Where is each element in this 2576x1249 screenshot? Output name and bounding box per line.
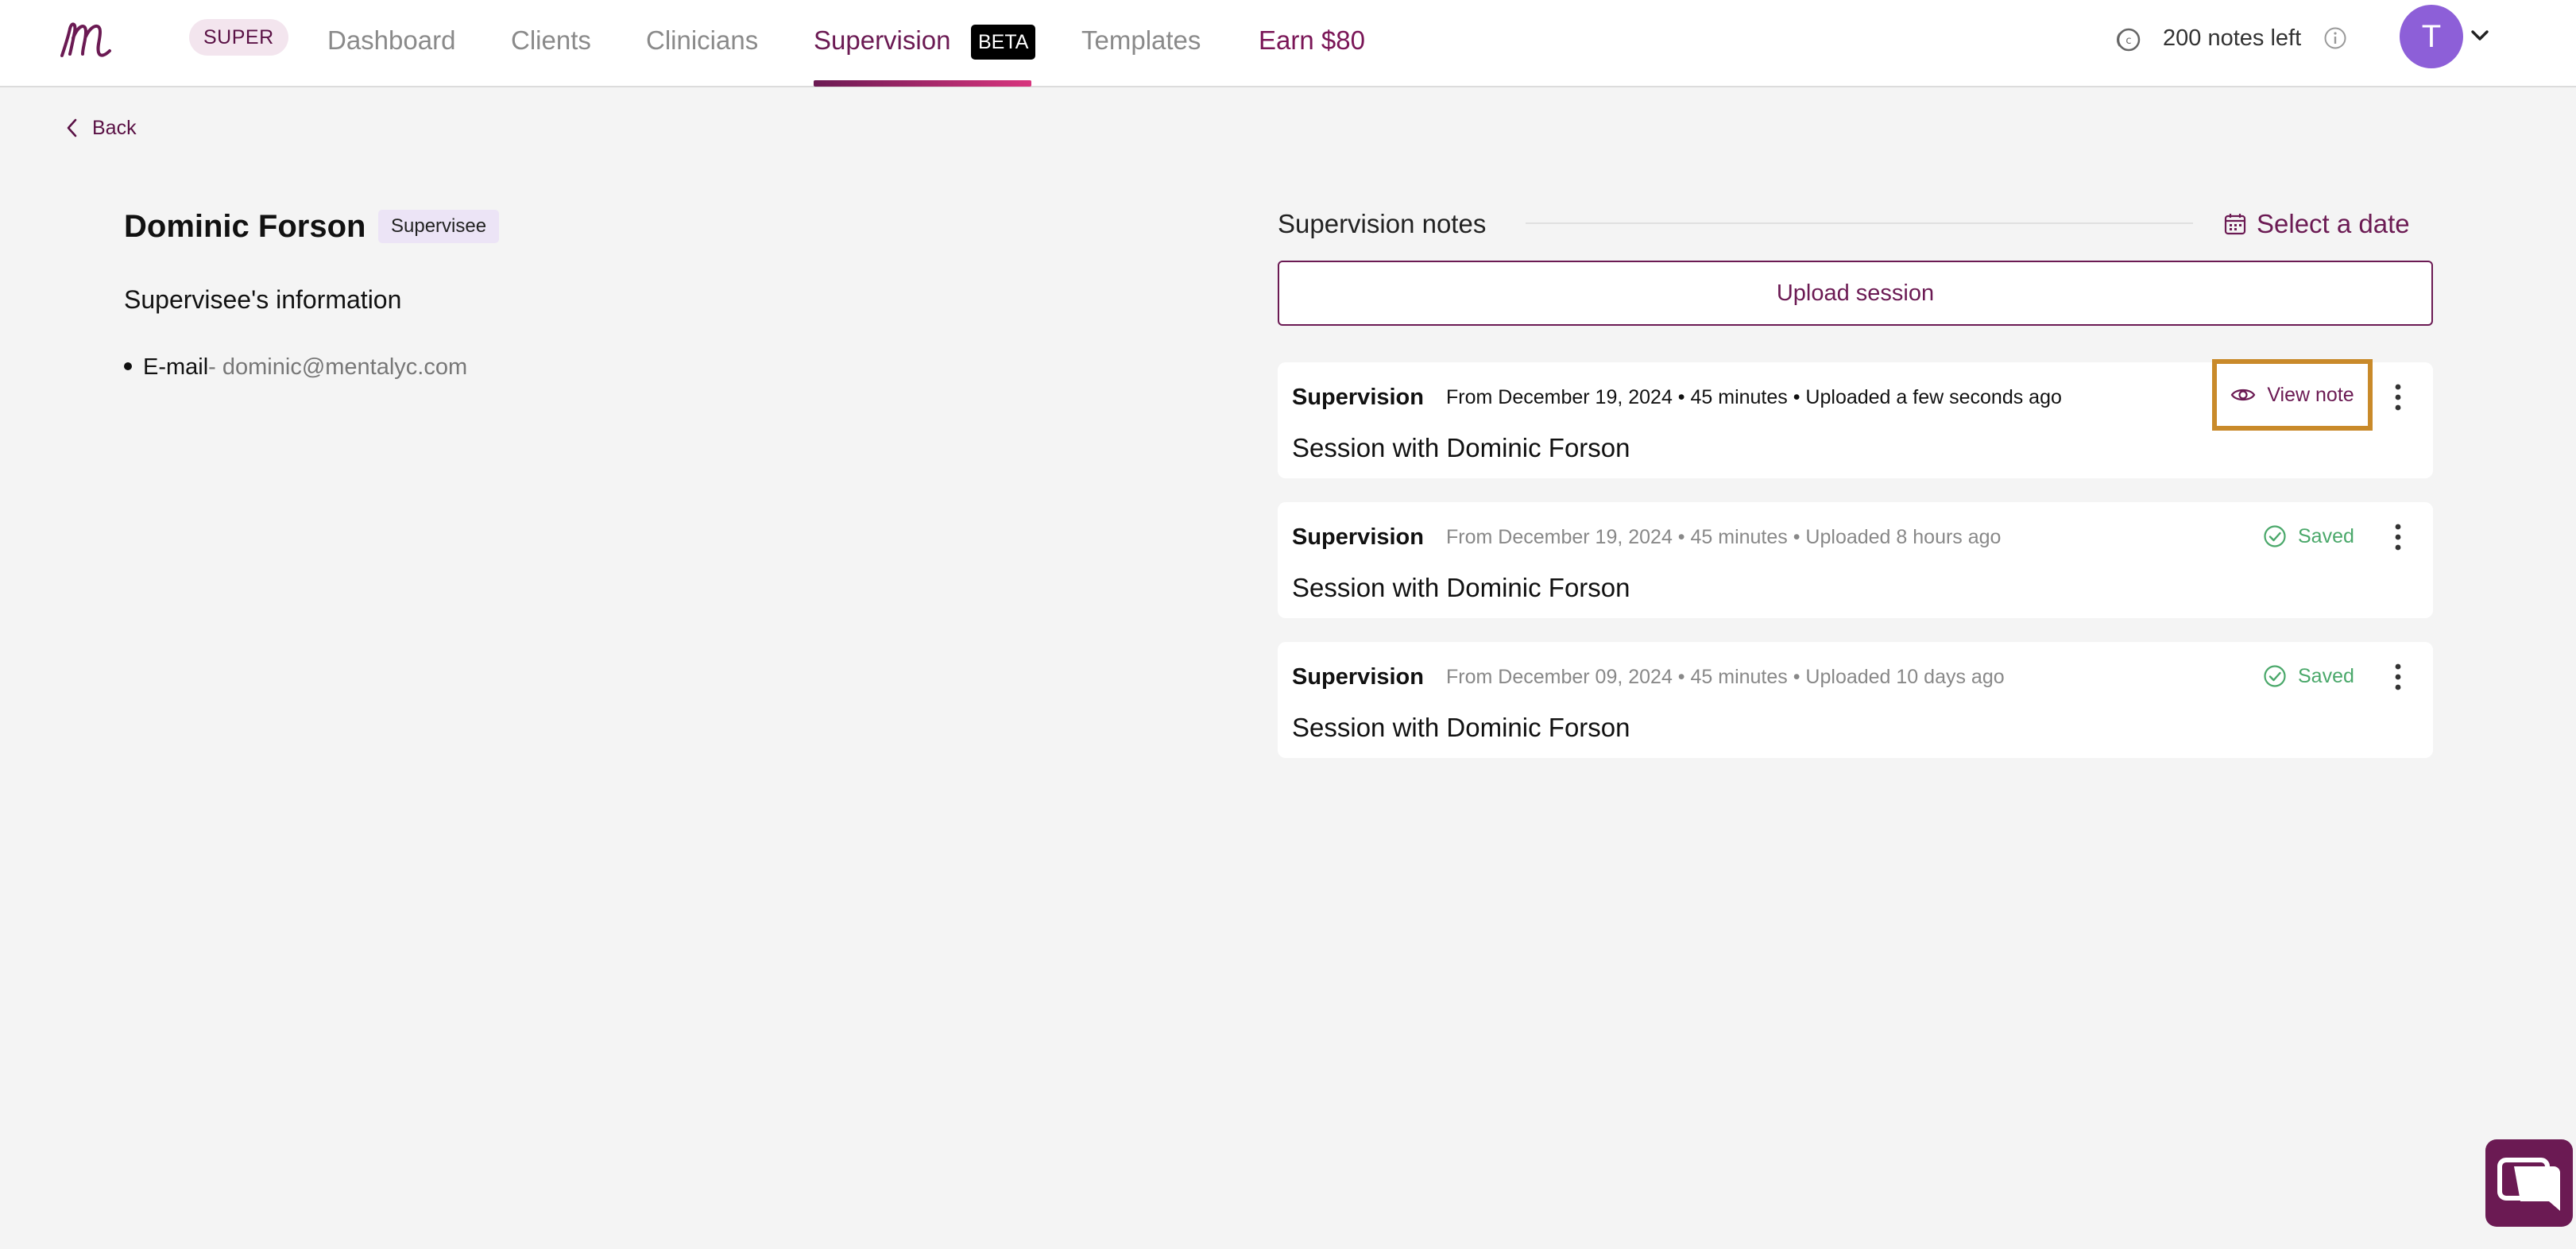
kebab-menu-icon[interactable] <box>2393 521 2403 553</box>
supervisee-name: Dominic Forson <box>124 209 366 244</box>
role-badge: Supervisee <box>378 210 500 243</box>
eye-icon <box>2231 389 2256 401</box>
session-type: Supervision <box>1292 524 1424 550</box>
session-meta: From December 09, 2024 • 45 minutes • Up… <box>1446 666 2005 688</box>
select-date-button[interactable]: Select a date <box>2223 207 2410 242</box>
session-title: Session with Dominic Forson <box>1292 713 1630 742</box>
email-value: dominic@mentalyc.com <box>222 354 468 380</box>
bullet <box>124 362 132 371</box>
chevron-down-icon[interactable] <box>2470 25 2490 46</box>
session-type: Supervision <box>1292 664 1424 690</box>
super-badge: SUPER <box>189 19 288 56</box>
email-separator: - <box>208 354 222 380</box>
saved-label: Saved <box>2298 524 2354 547</box>
svg-text:c: c <box>2125 35 2131 47</box>
session-card[interactable]: Supervision From December 19, 2024 • 45 … <box>1278 359 2433 478</box>
email-row: E-mail- dominic@mentalyc.com <box>124 351 467 383</box>
email-label: E-mail <box>143 354 209 380</box>
notes-left-counter: 200 notes left <box>2163 25 2302 51</box>
nav-dashboard[interactable]: Dashboard <box>327 22 455 59</box>
back-label: Back <box>92 116 137 139</box>
view-note-label: View note <box>2267 383 2354 406</box>
credits-icon: c <box>2117 28 2141 52</box>
chat-icon <box>2497 1158 2560 1211</box>
nav-clinicians[interactable]: Clinicians <box>646 22 758 59</box>
active-tab-indicator <box>814 80 1031 87</box>
nav-clients[interactable]: Clients <box>511 22 591 59</box>
session-type: Supervision <box>1292 385 1424 410</box>
nav-templates[interactable]: Templates <box>1081 22 1201 59</box>
chevron-left-icon <box>67 118 77 137</box>
saved-status: Saved <box>2263 524 2354 548</box>
session-title: Session with Dominic Forson <box>1292 573 1630 602</box>
check-circle-icon <box>2264 525 2286 547</box>
info-section-title: Supervisee's information <box>124 285 402 314</box>
kebab-menu-icon[interactable] <box>2393 661 2403 693</box>
session-card[interactable]: Supervision From December 09, 2024 • 45 … <box>1278 642 2433 758</box>
calendar-icon <box>2224 214 2246 235</box>
session-card[interactable]: Supervision From December 19, 2024 • 45 … <box>1278 502 2433 618</box>
chat-launcher-button[interactable] <box>2485 1139 2573 1227</box>
user-avatar[interactable]: T <box>2400 5 2463 68</box>
session-title: Session with Dominic Forson <box>1292 433 1630 462</box>
session-meta: From December 19, 2024 • 45 minutes • Up… <box>1446 386 2062 408</box>
upload-session-button[interactable]: Upload session <box>1278 261 2433 326</box>
divider <box>1526 222 2193 224</box>
nav-earn-referral[interactable]: Earn $80 <box>1259 22 1365 59</box>
info-icon[interactable] <box>2323 26 2347 50</box>
back-link[interactable]: Back <box>64 113 137 143</box>
saved-status: Saved <box>2263 664 2354 688</box>
select-date-label: Select a date <box>2257 209 2410 238</box>
kebab-menu-icon[interactable] <box>2393 381 2403 413</box>
mentalyc-logo[interactable] <box>57 14 130 62</box>
supervision-notes-title: Supervision notes <box>1278 209 1487 238</box>
saved-label: Saved <box>2298 664 2354 687</box>
check-circle-icon <box>2264 665 2286 687</box>
beta-badge: BETA <box>971 25 1036 60</box>
session-meta: From December 19, 2024 • 45 minutes • Up… <box>1446 526 2002 548</box>
nav-supervision[interactable]: Supervision <box>814 22 950 59</box>
top-navigation-bar: SUPER Dashboard Clients Clinicians Super… <box>0 0 2576 87</box>
view-note-button[interactable]: View note <box>2212 359 2373 431</box>
